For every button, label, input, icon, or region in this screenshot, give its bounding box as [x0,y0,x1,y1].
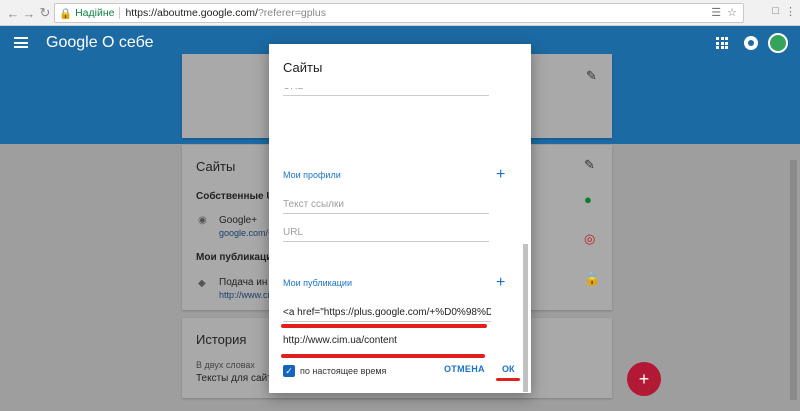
highlight-underline [281,354,485,358]
highlight-underline [496,378,520,381]
add-publication-plus-icon[interactable]: + [496,275,505,291]
google-plus-label: Google+ [219,215,258,226]
apps-grid-icon[interactable] [716,37,728,49]
ok-button[interactable]: ОК [502,364,515,374]
google-plus-link[interactable]: google.com/+ [219,228,273,238]
url-field-top[interactable]: URL [283,88,489,96]
avatar[interactable] [768,33,788,53]
url-path: ?referer=gplus [257,7,326,19]
lock-icon[interactable]: 🔒 [584,271,600,287]
history-text: Тексты для сайт [196,373,272,384]
add-fab-button[interactable]: + [627,362,661,396]
bookmark-star-icon[interactable]: ☆ [727,6,737,19]
publication-link-text-input[interactable]: <a href="https://plus.google.com/+%D0%98… [283,302,491,322]
hamburger-menu-icon[interactable] [14,37,28,48]
secure-label: Надійне [75,7,115,19]
google-plus-visibility-icon[interactable]: ◎ [584,231,595,247]
sites-dialog: Сайты URL Мои профили + Текст ссылки URL… [269,44,531,393]
google-plus-icon: ◉ [198,215,207,226]
current-checkbox[interactable]: ✓ [283,365,295,377]
browser-toolbar: ← → ↻ 🔒 Надійне https://aboutme.google.c… [0,0,800,26]
checkbox-label: по настоящее время [300,366,387,376]
app-title: Google О себе [46,34,154,51]
publications-section-label: Мои публикации [283,278,352,288]
extension-icons: □ ⋮ [772,5,796,18]
add-profile-plus-icon[interactable]: + [496,167,505,183]
history-subtitle: В двух словах [196,360,255,370]
page-scrollbar[interactable] [790,160,797,400]
publication-title: Подача ин [219,277,268,288]
globe-icon[interactable]: ● [584,192,592,207]
edit-pencil-icon[interactable]: ✎ [584,157,595,173]
profile-url-input[interactable]: URL [283,222,489,242]
profiles-section-label: Мои профили [283,170,341,180]
publication-link[interactable]: http://www.cin [219,290,275,300]
publication-icon: ◆ [198,278,206,289]
lock-icon: 🔒 [59,7,73,20]
address-separator [119,7,121,19]
dialog-scroll-area[interactable]: URL Мои профили + Текст ссылки URL Мои п… [269,88,531,386]
cancel-button[interactable]: ОТМЕНА [444,364,485,374]
browser-menu-icon[interactable]: ⋮ [785,5,796,18]
edit-pencil-icon[interactable]: ✎ [586,68,597,84]
my-publications-label: Мои публикаци [196,252,273,263]
dialog-scrollbar-thumb[interactable] [523,244,528,392]
translate-icon[interactable]: ☰ [711,6,721,19]
profile-link-text-input[interactable]: Текст ссылки [283,194,489,214]
cast-icon[interactable]: □ [772,5,779,18]
reload-icon[interactable]: ↻ [36,4,54,22]
notifications-icon[interactable] [744,36,758,50]
address-bar[interactable]: 🔒 Надійне https://aboutme.google.com/?re… [54,3,744,23]
secure-indicator[interactable]: 🔒 Надійне [59,7,114,20]
omnibox-actions: ☰ ☆ [711,6,737,19]
sites-card-title: Сайты [196,159,236,174]
url-host: https://aboutme.google.com/ [125,7,258,19]
history-card-title: История [196,332,247,347]
dialog-title: Сайты [283,60,323,75]
highlight-underline [281,324,487,328]
publication-url-input[interactable]: http://www.cim.ua/content [283,330,489,350]
